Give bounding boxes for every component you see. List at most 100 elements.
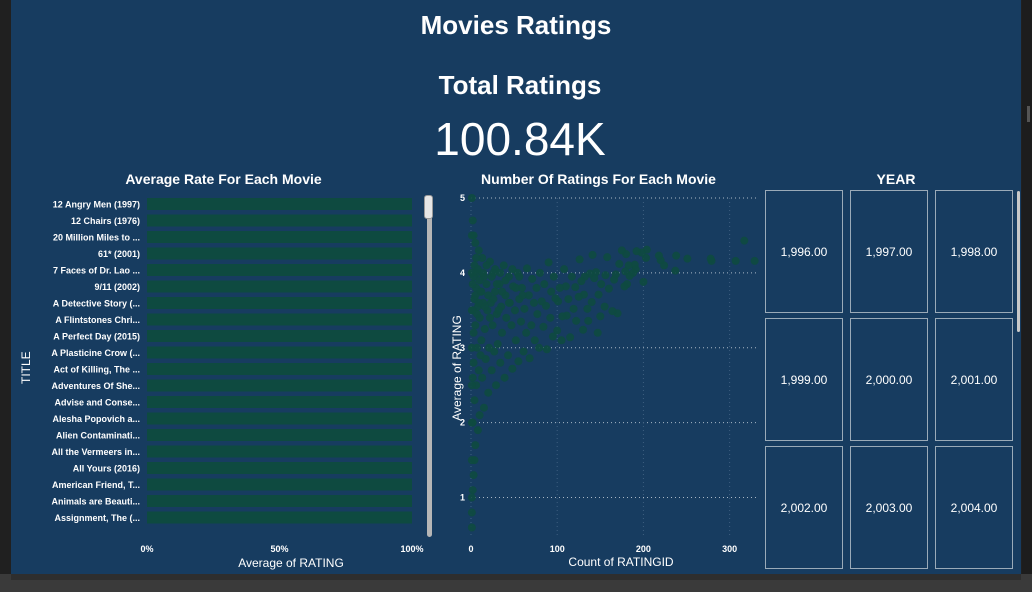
scatter-point[interactable] bbox=[564, 295, 573, 304]
scatter-point[interactable] bbox=[528, 274, 537, 283]
scatter-point[interactable] bbox=[539, 322, 548, 331]
scatter-point[interactable] bbox=[504, 298, 513, 307]
scatter-point[interactable] bbox=[569, 304, 578, 313]
scatter-point[interactable] bbox=[621, 267, 630, 276]
scatter-point[interactable] bbox=[467, 231, 476, 240]
scatter-point[interactable] bbox=[470, 396, 479, 405]
bar[interactable] bbox=[147, 247, 412, 260]
scatter-point[interactable] bbox=[479, 403, 488, 412]
scatter-point[interactable] bbox=[547, 287, 556, 296]
scatter-point[interactable] bbox=[467, 493, 476, 502]
scatter-point[interactable] bbox=[560, 265, 569, 274]
scatter-point[interactable] bbox=[601, 271, 610, 280]
scatter-point[interactable] bbox=[504, 351, 513, 360]
year-tile[interactable]: 2,001.00 bbox=[935, 318, 1013, 441]
bar[interactable] bbox=[147, 445, 412, 458]
year-tile[interactable]: 2,002.00 bbox=[765, 446, 843, 569]
bar[interactable] bbox=[147, 280, 412, 293]
bar[interactable] bbox=[147, 346, 412, 359]
year-tile[interactable]: 2,000.00 bbox=[850, 318, 928, 441]
scatter-point[interactable] bbox=[496, 268, 505, 277]
scatter-point[interactable] bbox=[511, 283, 520, 292]
scatter-point[interactable] bbox=[600, 302, 609, 311]
scatter-point[interactable] bbox=[480, 302, 489, 311]
bar[interactable] bbox=[147, 462, 412, 474]
bar[interactable] bbox=[147, 214, 412, 227]
scatter-point[interactable] bbox=[593, 328, 602, 337]
year-tile[interactable]: 1,997.00 bbox=[850, 190, 928, 313]
scatter-point[interactable] bbox=[639, 277, 648, 286]
scatter-point[interactable] bbox=[471, 321, 480, 330]
scatter-point[interactable] bbox=[740, 236, 749, 245]
scatter-point[interactable] bbox=[525, 354, 534, 363]
scatter-chart[interactable]: 123450 100 200 300Count of RATINGIDAverage … bbox=[436, 190, 766, 574]
bar[interactable] bbox=[147, 379, 412, 392]
scatter-point[interactable] bbox=[530, 336, 539, 345]
bar[interactable] bbox=[147, 198, 412, 210]
scatter-point[interactable] bbox=[469, 358, 478, 367]
scatter-point[interactable] bbox=[546, 313, 555, 322]
scatter-point[interactable] bbox=[575, 255, 584, 264]
scatter-point[interactable] bbox=[518, 291, 527, 300]
scatter-point[interactable] bbox=[467, 523, 476, 532]
bar[interactable] bbox=[147, 396, 412, 408]
scatter-point[interactable] bbox=[608, 307, 617, 316]
scatter-point[interactable] bbox=[683, 254, 692, 263]
scatter-point[interactable] bbox=[572, 316, 581, 325]
scatter-point[interactable] bbox=[474, 246, 483, 255]
scatter-point[interactable] bbox=[510, 306, 519, 315]
scatter-point[interactable] bbox=[584, 316, 593, 325]
scatter-point[interactable] bbox=[731, 256, 740, 265]
scatter-point[interactable] bbox=[473, 426, 482, 435]
scatter-point[interactable] bbox=[577, 277, 586, 286]
scatter-point[interactable] bbox=[603, 253, 612, 262]
scatter-point[interactable] bbox=[477, 336, 486, 345]
scatter-point[interactable] bbox=[535, 268, 544, 277]
scatter-point[interactable] bbox=[492, 280, 501, 289]
scatter-point[interactable] bbox=[615, 259, 624, 268]
scatter-point[interactable] bbox=[557, 336, 566, 345]
scatter-point[interactable] bbox=[522, 328, 531, 337]
scatter-point[interactable] bbox=[487, 272, 496, 281]
scatter-point[interactable] bbox=[474, 366, 483, 375]
scatter-point[interactable] bbox=[532, 283, 541, 292]
scatter-point[interactable] bbox=[492, 381, 500, 390]
scatter-point[interactable] bbox=[498, 328, 507, 337]
scatter-point[interactable] bbox=[540, 280, 549, 289]
year-tile[interactable]: 1,996.00 bbox=[765, 190, 843, 313]
scatter-point[interactable] bbox=[469, 328, 478, 337]
scatter-point[interactable] bbox=[468, 486, 477, 495]
scatter-point[interactable] bbox=[549, 272, 558, 281]
scatter-point[interactable] bbox=[706, 254, 715, 263]
scatter-point[interactable] bbox=[482, 261, 491, 270]
scatter-point[interactable] bbox=[501, 276, 510, 285]
bar[interactable] bbox=[147, 330, 412, 342]
scatter-point[interactable] bbox=[515, 272, 524, 281]
scatter-point[interactable] bbox=[467, 343, 476, 352]
scatter-point[interactable] bbox=[511, 336, 520, 345]
scatter-point[interactable] bbox=[597, 280, 606, 289]
scatter-point[interactable] bbox=[632, 247, 641, 256]
scatter-point[interactable] bbox=[500, 373, 509, 382]
scatter-point[interactable] bbox=[496, 358, 505, 367]
scatter-point[interactable] bbox=[558, 312, 567, 321]
scatter-point[interactable] bbox=[480, 325, 489, 334]
year-tile[interactable]: 1,999.00 bbox=[765, 318, 843, 441]
scatter-point[interactable] bbox=[523, 264, 532, 273]
bar[interactable] bbox=[147, 495, 412, 507]
scatter-point[interactable] bbox=[529, 298, 538, 307]
scatter-point[interactable] bbox=[476, 351, 485, 360]
scatter-point[interactable] bbox=[468, 280, 477, 289]
scatter-point[interactable] bbox=[507, 321, 516, 330]
scatter-point[interactable] bbox=[469, 471, 478, 480]
scatter-point[interactable] bbox=[467, 456, 476, 465]
bar-scrollbar[interactable] bbox=[427, 197, 432, 537]
scatter-point[interactable] bbox=[468, 216, 477, 225]
scatter-point[interactable] bbox=[478, 373, 487, 382]
scatter-point[interactable] bbox=[467, 194, 476, 202]
scatter-point[interactable] bbox=[596, 312, 605, 321]
scatter-point[interactable] bbox=[482, 280, 491, 289]
scatter-point[interactable] bbox=[587, 298, 596, 307]
scatter-point[interactable] bbox=[671, 266, 680, 275]
scatter-point[interactable] bbox=[535, 343, 544, 352]
